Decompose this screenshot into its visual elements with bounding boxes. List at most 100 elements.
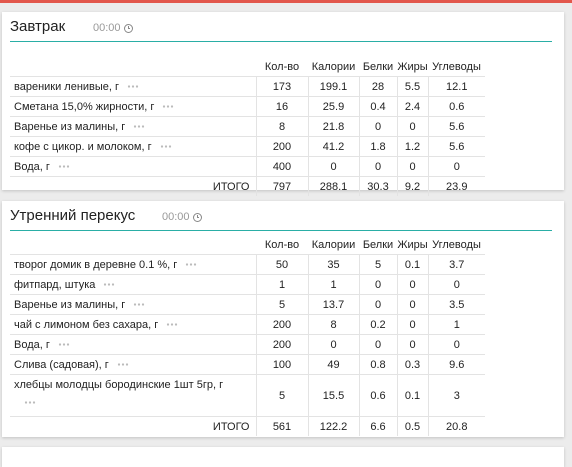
protein-cell: 1.8 xyxy=(358,136,397,157)
more-options-icon[interactable] xyxy=(162,105,175,109)
table-row: Сметана 15,0% жирности, г 16 25.9 0.4 2.… xyxy=(10,96,485,117)
calories-cell: 15.5 xyxy=(307,374,359,417)
table-row: фитпард, штука 1 1 0 0 0 xyxy=(10,274,485,295)
fat-cell: 0 xyxy=(396,274,428,295)
meal-title-underline xyxy=(10,230,552,231)
header-fat: Жиры xyxy=(397,61,428,73)
protein-cell: 0.8 xyxy=(358,354,397,375)
header-calories: Калории xyxy=(311,61,356,73)
fat-cell: 0 xyxy=(396,294,428,315)
table-row: кофе с цикор. и молоком, г 200 41.2 1.8 … xyxy=(10,136,485,157)
table-header-row: Кол-во Калории Белки Жиры Углеводы xyxy=(10,236,485,255)
total-qty: 561 xyxy=(255,416,308,436)
protein-cell: 0 xyxy=(358,274,397,295)
total-label: ИТОГО xyxy=(10,176,256,196)
fat-cell: 0.1 xyxy=(396,254,428,275)
food-cell: Варенье из малины, г xyxy=(10,116,256,137)
more-options-icon[interactable] xyxy=(159,145,172,149)
fat-cell: 2.4 xyxy=(396,96,428,117)
carbs-cell: 3 xyxy=(427,374,485,417)
qty-cell[interactable]: 5 xyxy=(255,374,308,417)
food-cell: чай с лимоном без сахара, г xyxy=(10,314,256,335)
carbs-cell: 0.6 xyxy=(427,96,485,117)
qty-cell[interactable]: 200 xyxy=(255,136,308,157)
more-options-icon[interactable] xyxy=(185,263,198,267)
meal-time[interactable]: 00:00 xyxy=(162,211,202,223)
food-cell: кофе с цикор. и молоком, г xyxy=(10,136,256,157)
calories-cell: 13.7 xyxy=(307,294,359,315)
calories-cell: 21.8 xyxy=(307,116,359,137)
protein-cell: 0 xyxy=(358,156,397,177)
qty-cell[interactable]: 400 xyxy=(255,156,308,177)
total-fat: 9.2 xyxy=(396,176,428,196)
header-calories: Калории xyxy=(311,239,356,251)
food-cell: Слива (садовая), г xyxy=(10,354,256,375)
food-cell: вареники ленивые, г xyxy=(10,76,256,97)
carbs-cell: 3.5 xyxy=(427,294,485,315)
food-name: фитпард, штука xyxy=(14,278,96,291)
total-label: ИТОГО xyxy=(10,416,256,436)
protein-cell: 0 xyxy=(358,334,397,355)
clock-icon xyxy=(123,23,133,33)
protein-cell: 0.6 xyxy=(358,374,397,417)
qty-cell[interactable]: 200 xyxy=(255,334,308,355)
carbs-cell: 0 xyxy=(427,334,485,355)
meal-table: Кол-во Калории Белки Жиры Углеводы варен… xyxy=(10,58,485,196)
more-options-icon[interactable] xyxy=(133,303,146,307)
table-row: хлебцы молодцы бородинские 1шт 5гр, г 5 … xyxy=(10,374,485,417)
qty-cell[interactable]: 200 xyxy=(255,314,308,335)
protein-cell: 5 xyxy=(358,254,397,275)
food-cell: творог домик в деревне 0.1 %, г xyxy=(10,254,256,275)
carbs-cell: 1 xyxy=(427,314,485,335)
calories-cell: 41.2 xyxy=(307,136,359,157)
food-name: кофе с цикор. и молоком, г xyxy=(14,140,152,153)
qty-cell[interactable]: 16 xyxy=(255,96,308,117)
calories-cell: 1 xyxy=(307,274,359,295)
total-row: ИТОГО 561 122.2 6.6 0.5 20.8 xyxy=(10,416,485,436)
more-options-icon[interactable] xyxy=(166,323,179,327)
qty-cell[interactable]: 50 xyxy=(255,254,308,275)
more-options-icon[interactable] xyxy=(57,343,70,347)
total-fat: 0.5 xyxy=(396,416,428,436)
calories-cell: 8 xyxy=(307,314,359,335)
total-calories: 122.2 xyxy=(307,416,359,436)
qty-cell[interactable]: 5 xyxy=(255,294,308,315)
carbs-cell: 0 xyxy=(427,156,485,177)
top-accent-strip xyxy=(0,0,572,3)
protein-cell: 0.2 xyxy=(358,314,397,335)
carbs-cell: 9.6 xyxy=(427,354,485,375)
qty-cell[interactable]: 8 xyxy=(255,116,308,137)
clock-icon xyxy=(192,212,202,222)
food-name: Вода, г xyxy=(14,338,50,351)
meal-table: Кол-во Калории Белки Жиры Углеводы творо… xyxy=(10,236,485,436)
qty-cell[interactable]: 1 xyxy=(255,274,308,295)
calories-cell: 0 xyxy=(307,156,359,177)
carbs-cell: 0 xyxy=(427,274,485,295)
fat-cell: 5.5 xyxy=(396,76,428,97)
food-name: творог домик в деревне 0.1 %, г xyxy=(14,258,178,271)
more-options-icon[interactable] xyxy=(133,125,146,129)
carbs-cell: 3.7 xyxy=(427,254,485,275)
more-options-icon[interactable] xyxy=(24,401,36,404)
meal-header: Завтрак 00:00 xyxy=(2,12,564,42)
food-cell: Вода, г xyxy=(10,334,256,355)
qty-cell[interactable]: 100 xyxy=(255,354,308,375)
meal-time-value: 00:00 xyxy=(93,22,121,34)
table-row: Вода, г 400 0 0 0 0 xyxy=(10,156,485,177)
table-header-row: Кол-во Калории Белки Жиры Углеводы xyxy=(10,58,485,77)
header-qty: Кол-во xyxy=(264,61,300,73)
meal-time[interactable]: 00:00 xyxy=(93,22,133,34)
header-protein: Белки xyxy=(362,239,394,251)
table-row: вареники ленивые, г 173 199.1 28 5.5 12.… xyxy=(10,76,485,97)
qty-cell[interactable]: 173 xyxy=(255,76,308,97)
food-name: вареники ленивые, г xyxy=(14,80,120,93)
total-qty: 797 xyxy=(255,176,308,196)
more-options-icon[interactable] xyxy=(103,283,116,287)
more-options-icon[interactable] xyxy=(116,363,129,367)
total-carbs: 20.8 xyxy=(427,416,485,436)
header-protein: Белки xyxy=(362,61,394,73)
fat-cell: 0.3 xyxy=(396,354,428,375)
more-options-icon[interactable] xyxy=(127,85,140,89)
carbs-cell: 12.1 xyxy=(427,76,485,97)
more-options-icon[interactable] xyxy=(57,165,70,169)
